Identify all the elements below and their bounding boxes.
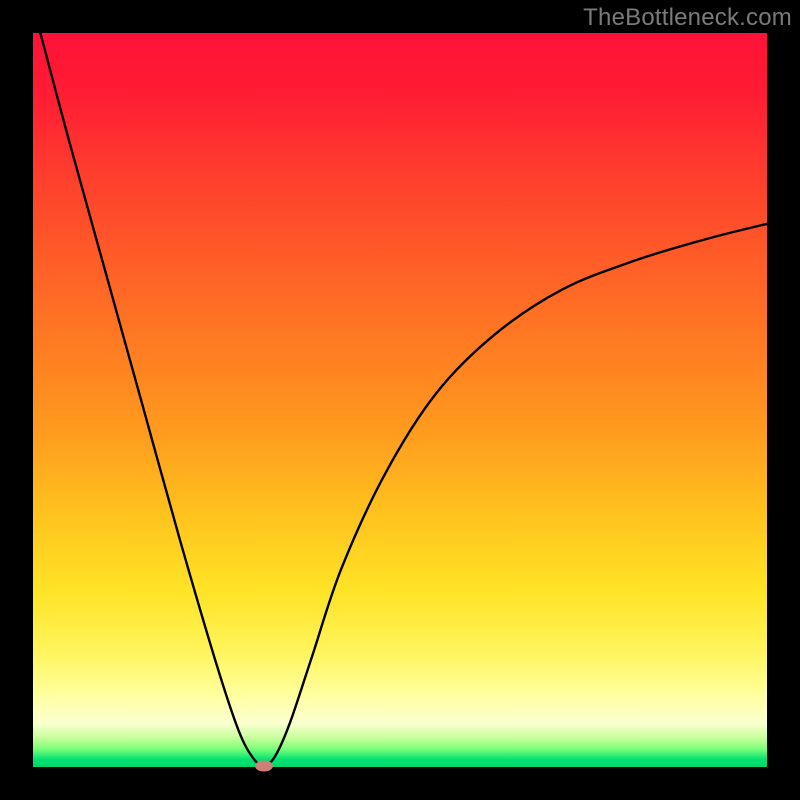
watermark-text: TheBottleneck.com <box>583 4 792 32</box>
optimal-point-marker <box>255 760 273 771</box>
chart-frame: TheBottleneck.com <box>0 0 800 800</box>
plot-area <box>33 33 767 767</box>
curve-path <box>40 33 767 766</box>
bottleneck-curve <box>33 33 767 767</box>
